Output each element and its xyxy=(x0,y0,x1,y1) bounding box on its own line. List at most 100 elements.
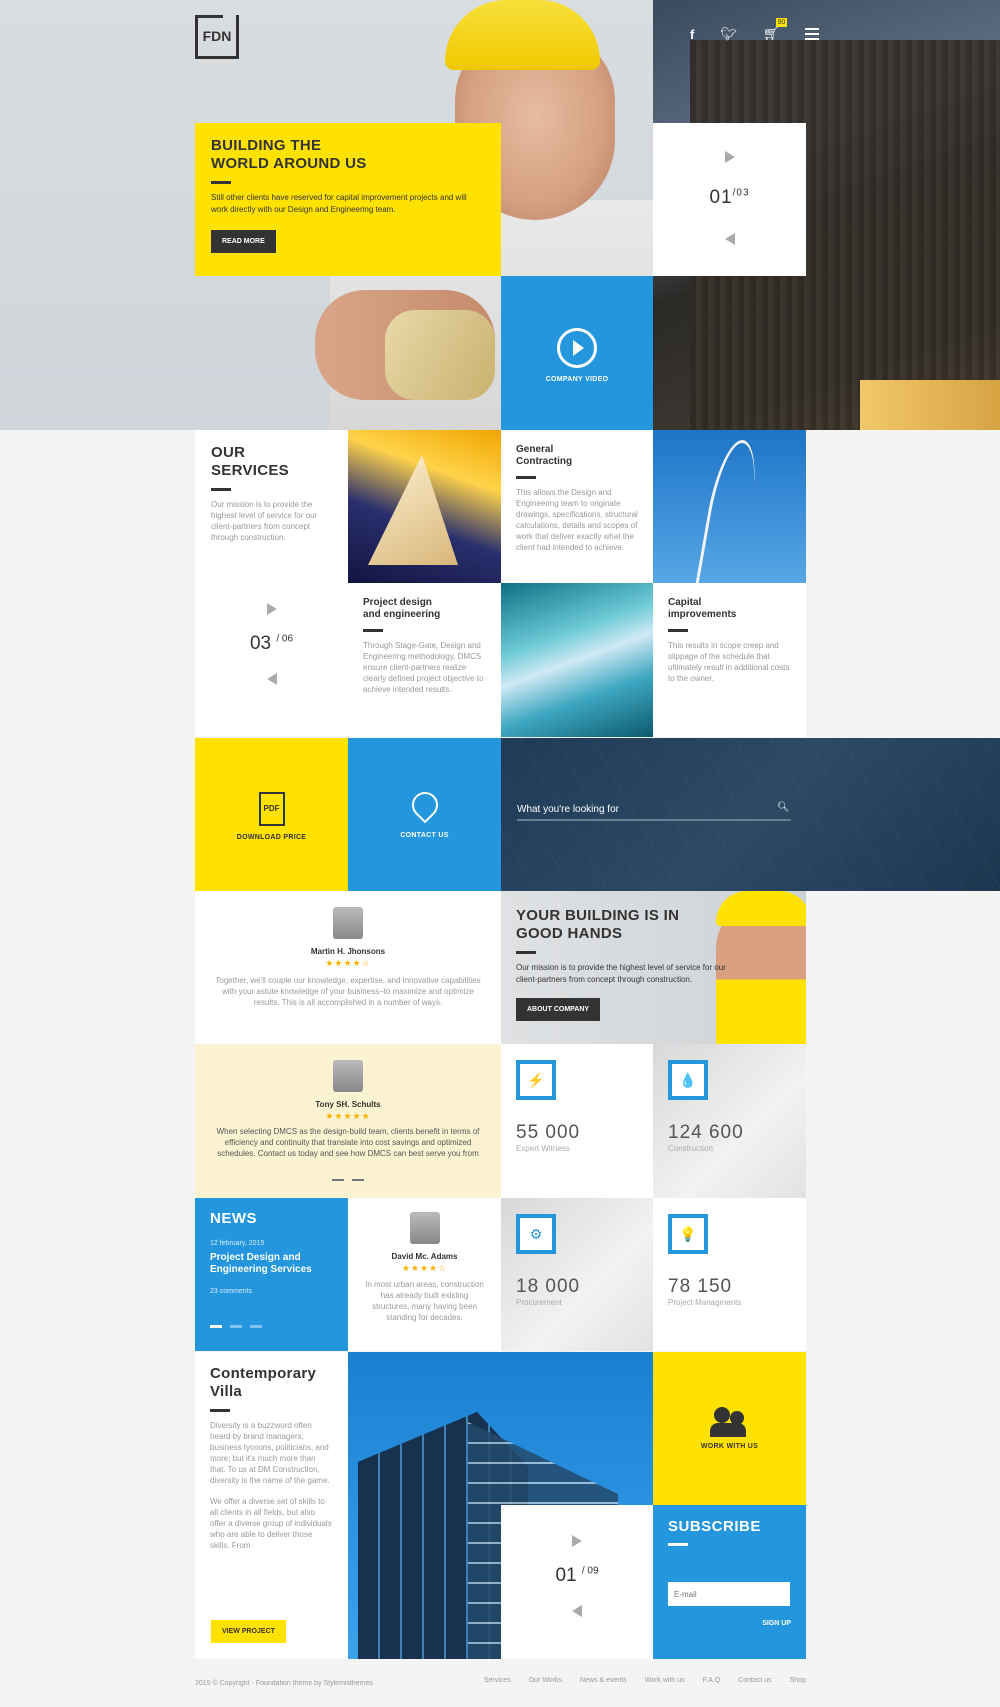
prev-arrow-icon[interactable] xyxy=(266,673,277,685)
about-company-button[interactable]: ABOUT COMPANY xyxy=(516,998,601,1021)
stat-number: 18 000 xyxy=(516,1276,581,1297)
good-hands-title: YOUR BUILDING IS IN GOOD HANDS xyxy=(516,907,791,943)
play-icon[interactable] xyxy=(557,328,597,368)
villa-text: Diversity is a buzzword often heard by b… xyxy=(210,1421,330,1485)
slider-current: 01 xyxy=(709,187,733,208)
top-icons: f 🐦︎ 🛒︎ 90 xyxy=(690,18,820,42)
work-with-us-tile[interactable]: WORK WITH US xyxy=(653,1352,806,1505)
building-window xyxy=(860,380,1000,430)
testimonial-name: Martin H. Jhonsons xyxy=(310,947,386,956)
testimonial-card: Martin H. Jhonsons ★★★★☆ Together, we'll… xyxy=(195,891,501,1044)
news-headline[interactable]: Project Design and Engineering Services xyxy=(210,1252,333,1276)
video-label: COMPANY VIDEO xyxy=(545,376,609,383)
twitter-icon[interactable]: 🐦︎ xyxy=(720,26,737,42)
slider-total: /03 xyxy=(732,187,750,199)
sign-up-button[interactable]: SIGN UP xyxy=(668,1620,791,1627)
download-price-tile[interactable]: PDF DOWNLOAD PRICE xyxy=(195,738,348,891)
contact-us-tile[interactable]: CONTACT US xyxy=(348,738,501,891)
rating-stars: ★★★★☆ xyxy=(325,958,371,968)
next-arrow-icon[interactable] xyxy=(572,1535,582,1547)
next-arrow-icon[interactable] xyxy=(724,151,735,163)
facebook-icon[interactable]: f xyxy=(690,27,694,42)
opera-house-image xyxy=(348,430,501,583)
divider xyxy=(211,181,231,184)
service-title-line2: improvements xyxy=(668,609,737,620)
search-icon[interactable]: 🔍︎ xyxy=(777,802,790,813)
service-project-design[interactable]: Project design and engineering Through St… xyxy=(348,583,501,737)
contact-label: CONTACT US xyxy=(400,832,449,839)
stat-number: 124 600 xyxy=(668,1122,744,1143)
service-capital-improvements[interactable]: Capital improvements This results in scop… xyxy=(653,583,806,737)
service-title-line1: Project design xyxy=(363,597,432,608)
glass-building-image xyxy=(501,583,653,737)
logo-text: FDN xyxy=(202,27,232,44)
divider xyxy=(668,629,688,632)
stat-label: Project Managments xyxy=(668,1298,742,1307)
footer-link-shop[interactable]: Shop xyxy=(790,1677,806,1684)
services-text: Our mission is to provide the highest le… xyxy=(211,500,318,542)
hero-slider-counter: 01/03 xyxy=(653,187,806,209)
next-arrow-icon[interactable] xyxy=(266,603,277,615)
service-title: Project design and engineering xyxy=(363,597,486,621)
testimonial-card: Tony SH. Schults ★★★★★ When selecting DM… xyxy=(195,1044,501,1198)
divider xyxy=(668,1543,688,1546)
logo[interactable]: FDN xyxy=(195,15,239,59)
divider xyxy=(516,951,536,954)
rating-stars: ★★★★★ xyxy=(325,1111,371,1121)
service-text: This results in scope creep and slippage… xyxy=(668,641,790,683)
good-hands-title-line2: GOOD HANDS xyxy=(516,925,623,942)
news-comments[interactable]: 23 comments xyxy=(210,1288,333,1295)
read-more-button[interactable]: READ MORE xyxy=(211,230,276,253)
service-general-contracting[interactable]: General Contracting This allows the Desig… xyxy=(501,430,653,583)
service-title-line1: Capital xyxy=(668,597,702,608)
stat-number: 55 000 xyxy=(516,1122,581,1143)
pagination-dots[interactable] xyxy=(210,1315,333,1333)
search-panel: 🔍︎ xyxy=(501,738,1000,891)
company-video-tile[interactable]: COMPANY VIDEO xyxy=(501,276,653,430)
subscribe-card: SUBSCRIBE SIGN UP xyxy=(653,1505,806,1659)
location-pin-icon xyxy=(406,786,443,824)
footer-link-contact[interactable]: Contact us xyxy=(738,1677,771,1684)
good-hands-title-line1: YOUR BUILDING IS IN xyxy=(516,907,680,924)
email-field[interactable] xyxy=(668,1582,790,1606)
villa-text: We offer a diverse set of skills to all … xyxy=(210,1497,332,1550)
cart-icon[interactable]: 🛒︎ 90 xyxy=(763,18,788,42)
workers-icon xyxy=(709,1407,750,1437)
news-card[interactable]: NEWS 12 february, 2015 Project Design an… xyxy=(195,1198,348,1351)
prev-arrow-icon[interactable] xyxy=(724,233,735,245)
news-headline-line2: Engineering Services xyxy=(210,1264,312,1275)
services-intro: OUR SERVICES Our mission is to provide t… xyxy=(195,430,348,737)
testimonial-text: When selecting DMCS as the design-build … xyxy=(216,1127,480,1158)
services-title: OUR SERVICES xyxy=(211,444,332,480)
footer-link-our-works[interactable]: Our Works xyxy=(529,1677,562,1684)
prev-arrow-icon[interactable] xyxy=(572,1605,582,1617)
menu-icon[interactable] xyxy=(805,28,820,40)
villa-slider-control: 01 / 09 xyxy=(501,1505,653,1659)
avatar xyxy=(333,1060,363,1092)
search-input[interactable] xyxy=(517,800,791,821)
tower-shape xyxy=(695,440,764,583)
footer-link-work-with-us[interactable]: Work with us xyxy=(645,1677,685,1684)
tower-image xyxy=(653,430,806,583)
service-title-line1: General xyxy=(516,444,554,455)
divider xyxy=(363,629,383,632)
download-label: DOWNLOAD PRICE xyxy=(236,834,307,841)
copyright: 2015 © Copyright - Foundation theme by S… xyxy=(195,1680,373,1687)
footer-link-news[interactable]: News & events xyxy=(580,1677,627,1684)
footer-link-faq[interactable]: F.A.Q xyxy=(703,1677,721,1684)
view-project-button[interactable]: VIEW PROJECT xyxy=(211,1620,286,1643)
good-hands-text: Our mission is to provide the highest le… xyxy=(516,963,726,984)
slider-total: / 06 xyxy=(276,633,294,645)
pagination-dots[interactable] xyxy=(210,1168,486,1186)
opera-shell-shape xyxy=(368,455,458,565)
service-text: This allows the Design and Engineering t… xyxy=(516,488,638,552)
stat-card: ⚡ 55 000 Expert Witness xyxy=(501,1044,653,1198)
villa-card: Contemporary Villa Diversity is a buzzwo… xyxy=(195,1352,348,1659)
divider xyxy=(516,476,536,479)
slider-total: / 09 xyxy=(581,1565,599,1577)
avatar xyxy=(333,907,363,939)
footer-link-services[interactable]: Services xyxy=(484,1677,511,1684)
villa-slider-counter: 01 / 09 xyxy=(501,1565,653,1587)
villa-title: Contemporary Villa xyxy=(210,1365,333,1401)
service-text: Through Stage-Gate, Design and Engineeri… xyxy=(363,641,484,694)
